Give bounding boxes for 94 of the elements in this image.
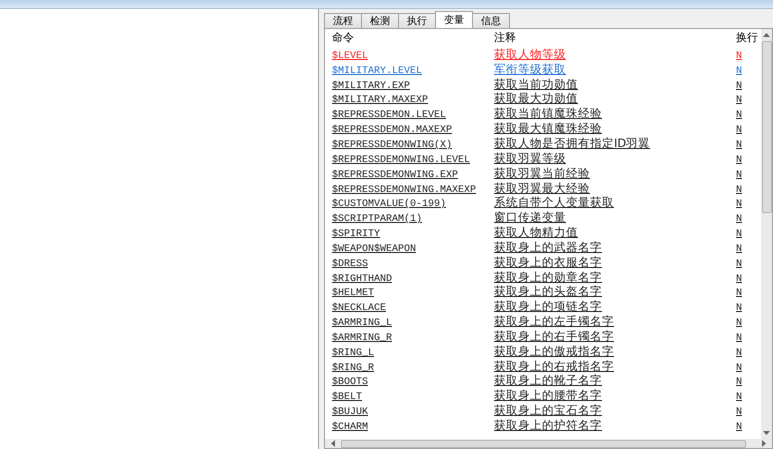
note-link[interactable]: 获取当前镇魔珠经验	[494, 106, 602, 120]
wrap-link[interactable]: N	[736, 184, 742, 196]
wrap-link[interactable]: N	[736, 50, 742, 62]
tab[interactable]: 变量	[435, 11, 473, 28]
note-link[interactable]: 获取身上的右手镯名字	[494, 328, 614, 343]
command-link[interactable]: $ARMRING_L	[332, 318, 392, 330]
command-link[interactable]: $MILITARY.LEVEL	[332, 66, 422, 77]
note-link[interactable]: 获取身上的衣服名字	[494, 254, 602, 269]
note-link[interactable]: 获取人物精力值	[494, 225, 578, 240]
command-link[interactable]: $WEAPON$WEAPON	[332, 244, 416, 255]
command-link[interactable]: $NECKLACE	[332, 303, 386, 314]
note-link[interactable]: 军衔等级获取	[494, 62, 566, 76]
command-link[interactable]: $REPRESSDEMONWING.EXP	[332, 170, 458, 181]
wrap-link[interactable]: N	[736, 199, 742, 210]
wrap-link[interactable]: N	[736, 66, 742, 77]
column-header[interactable]: 注释	[491, 30, 733, 44]
note-link[interactable]: 窗口传递变量	[494, 210, 566, 224]
command-link[interactable]: $REPRESSDEMONWING.MAXEXP	[332, 184, 476, 196]
command-link[interactable]: $RING_R	[332, 362, 374, 374]
note-link[interactable]: 获取身上的左手镯名字	[494, 314, 614, 328]
command-link[interactable]: $BOOTS	[332, 377, 368, 388]
command-link[interactable]: $CUSTOMVALUE(0-199)	[332, 199, 446, 210]
command-link[interactable]: $MILITARY.EXP	[332, 80, 410, 92]
command-link[interactable]: $REPRESSDEMONWING.LEVEL	[332, 154, 470, 166]
wrap-link[interactable]: N	[736, 140, 742, 151]
wrap-link[interactable]: N	[736, 407, 742, 418]
command-link[interactable]: $REPRESSDEMON.LEVEL	[332, 110, 446, 122]
note-link[interactable]: 获取身上的头盔名字	[494, 284, 602, 298]
note-link[interactable]: 获取身上的勋章名字	[494, 270, 602, 284]
note-link[interactable]: 获取身上的右戒指名字	[494, 358, 614, 373]
command-link[interactable]: $SPIRITY	[332, 229, 380, 240]
command-link[interactable]: $MILITARY.MAXEXP	[332, 95, 428, 106]
wrap-link[interactable]: N	[736, 214, 742, 226]
wrap-link[interactable]: N	[736, 258, 742, 270]
note-link[interactable]: 获取羽翼当前经验	[494, 166, 590, 180]
wrap-link[interactable]: N	[736, 348, 742, 359]
right-arrow-icon[interactable]	[762, 440, 766, 447]
command-link[interactable]: $BUJUK	[332, 407, 368, 418]
note-link[interactable]: 获取最大镇魔珠经验	[494, 121, 602, 136]
wrap-link[interactable]: N	[736, 125, 742, 136]
note-link[interactable]: 获取最大功勋值	[494, 91, 578, 106]
note-link[interactable]: 系统自带个人变量获取	[494, 195, 614, 210]
command-link[interactable]: $REPRESSDEMONWING(X)	[332, 140, 452, 151]
wrap-link[interactable]: N	[736, 95, 742, 106]
wrap-link[interactable]: N	[736, 422, 742, 434]
note-link[interactable]: 获取身上的武器名字	[494, 240, 602, 254]
command-link[interactable]: $RING_L	[332, 348, 374, 359]
tab[interactable]: 流程	[324, 13, 362, 28]
column-header[interactable]: 换行	[733, 30, 761, 44]
note-link[interactable]: 获取羽翼等级	[494, 150, 566, 165]
wrap-link[interactable]: N	[736, 229, 742, 240]
command-link[interactable]: $ARMRING_R	[332, 332, 392, 344]
scroll-thumb[interactable]	[341, 440, 746, 448]
tab[interactable]: 检测	[361, 13, 399, 28]
note-link[interactable]: 获取羽翼最大经验	[494, 180, 590, 195]
note-link[interactable]: 获取身上的宝石名字	[494, 403, 602, 418]
command-link[interactable]: $SCRIPTPARAM(1)	[332, 214, 422, 226]
wrap-link[interactable]: N	[736, 392, 742, 404]
command-link[interactable]: $BELT	[332, 392, 362, 404]
wrap-link[interactable]: N	[736, 170, 742, 181]
tab[interactable]: 执行	[398, 13, 436, 28]
command-link[interactable]: $CHARM	[332, 422, 368, 434]
tab[interactable]: 信息	[472, 13, 510, 28]
wrap-link[interactable]: N	[736, 154, 742, 166]
wrap-link[interactable]: N	[736, 274, 742, 285]
up-arrow-icon[interactable]	[763, 33, 770, 37]
wrap-link[interactable]: N	[736, 303, 742, 314]
command-link[interactable]: $LEVEL	[332, 50, 368, 62]
note-link[interactable]: 获取人物等级	[494, 46, 566, 61]
wrap-link[interactable]: N	[736, 80, 742, 92]
column-header[interactable]: 命令	[327, 30, 491, 44]
down-arrow-icon[interactable]	[763, 431, 770, 435]
note-link[interactable]: 获取身上的护符名字	[494, 418, 602, 432]
horizontal-scrollbar[interactable]	[325, 439, 772, 448]
wrap-link[interactable]: N	[736, 288, 742, 300]
wrap-link[interactable]: N	[736, 244, 742, 255]
wrap-link[interactable]: N	[736, 110, 742, 122]
command-link[interactable]: $RIGHTHAND	[332, 274, 392, 285]
note-link[interactable]: 获取身上的项链名字	[494, 299, 602, 314]
wrap-link[interactable]: N	[736, 362, 742, 374]
command-link[interactable]: $REPRESSDEMON.MAXEXP	[332, 125, 452, 136]
note-link[interactable]: 获取身上的傲戒指名字	[494, 344, 614, 358]
wrap-link[interactable]: N	[736, 377, 742, 388]
scroll-thumb[interactable]	[762, 41, 772, 213]
wrap-link[interactable]: N	[736, 332, 742, 344]
note-link[interactable]: 获取身上的靴子名字	[494, 373, 602, 388]
note-link[interactable]: 获取身上的腰带名字	[494, 388, 602, 402]
note-link[interactable]: 获取人物是否拥有指定ID羽翼	[494, 136, 650, 150]
wrap-link[interactable]: N	[736, 318, 742, 330]
command-link[interactable]: $HELMET	[332, 288, 374, 300]
note-link[interactable]: 获取当前功勋值	[494, 76, 578, 91]
vertical-scrollbar[interactable]	[761, 29, 772, 439]
left-arrow-icon[interactable]	[331, 440, 335, 447]
command-link[interactable]: $DRESS	[332, 258, 368, 270]
